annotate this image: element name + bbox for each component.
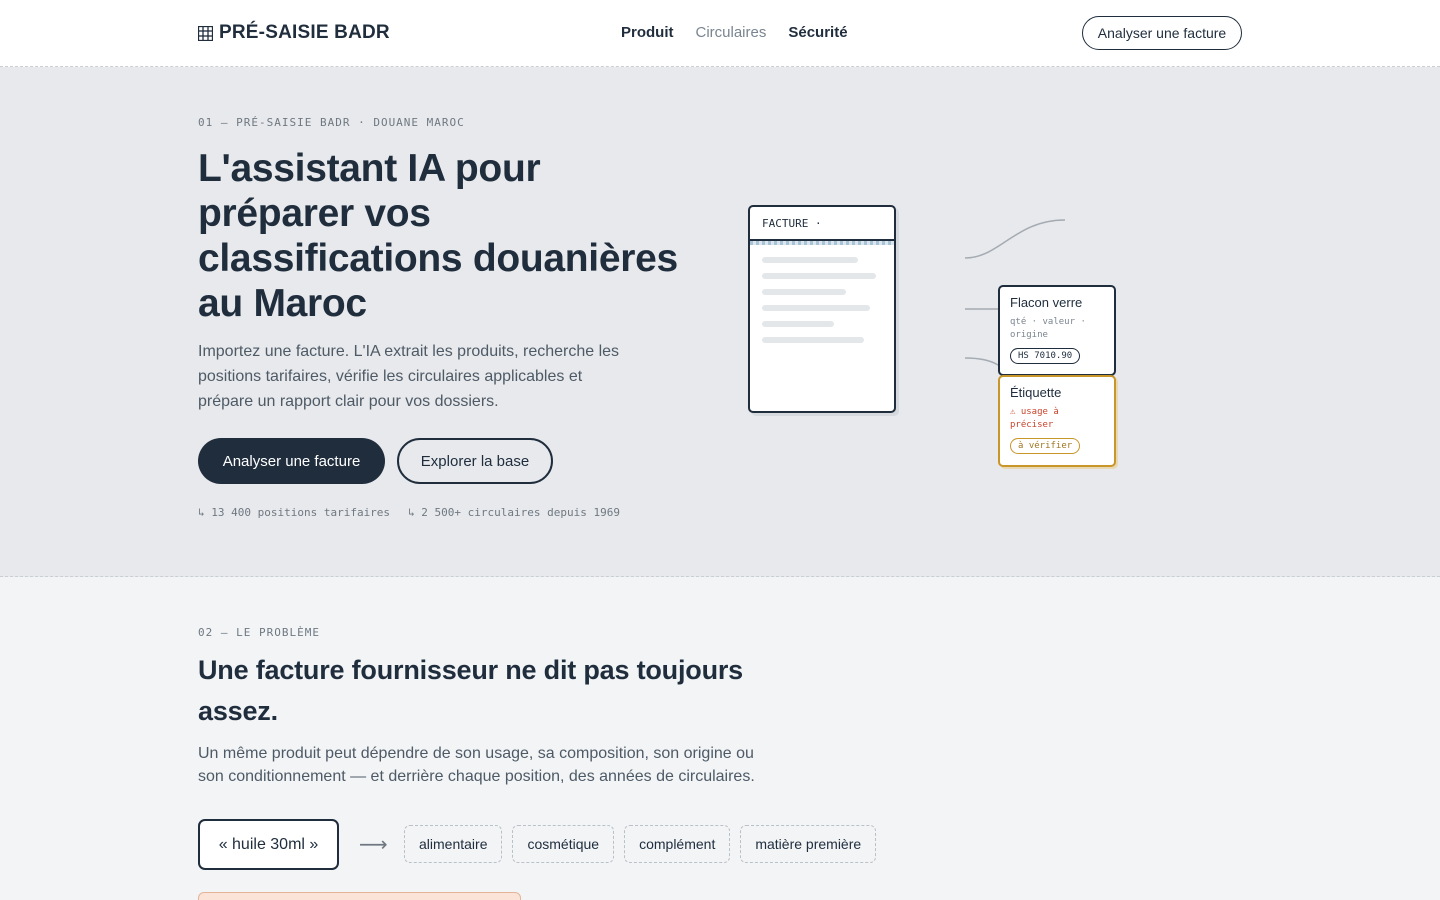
- hero-stats: ↳ 13 400 positions tarifaires ↳ 2 500+ c…: [198, 506, 620, 519]
- doc-line: [762, 289, 846, 295]
- hero-title: L'assistant IA pour préparer vos classif…: [198, 147, 678, 325]
- logo[interactable]: PRÉ-SAISIE BADR: [198, 22, 390, 44]
- usage-chips: alimentaire cosmétique complément matièr…: [404, 825, 877, 863]
- problem-subtitle: Un même produit peut dépendre de son usa…: [198, 745, 755, 785]
- doc-line: [762, 273, 876, 279]
- invoice-label: FACTURE ·: [750, 207, 894, 245]
- stat-circulaires: ↳ 2 500+ circulaires depuis 1969: [408, 506, 620, 519]
- analyze-invoice-button[interactable]: Analyser une facture: [198, 438, 385, 484]
- grid-icon: [198, 25, 213, 41]
- stat-positions: ↳ 13 400 positions tarifaires: [198, 506, 391, 519]
- card-meta: qté · valeur · origine: [1010, 317, 1086, 340]
- hero-section: 01 — PRÉ-SAISIE BADR · DOUANE MAROC L'as…: [0, 67, 1440, 577]
- verify-tag: à vérifier: [1010, 438, 1081, 454]
- invoice-document: FACTURE ·: [748, 205, 896, 413]
- card-warning: ⚠ usage à préciser: [1010, 407, 1059, 430]
- top-header: PRÉ-SAISIE BADR Produit Circulaires Sécu…: [0, 0, 1440, 67]
- hero-subtitle: Importez une facture. L'IA extrait les p…: [198, 343, 620, 410]
- chip-complement[interactable]: complément: [624, 825, 731, 863]
- doc-line: [762, 305, 870, 311]
- doc-line: [762, 257, 858, 263]
- main-nav: Produit Circulaires Sécurité: [621, 24, 848, 41]
- chip-cosmetique[interactable]: cosmétique: [512, 825, 615, 863]
- problem-title: Une facture fournisseur ne dit pas toujo…: [198, 655, 743, 726]
- product-card-etiquette: Étiquette ⚠ usage à préciser à vérifier: [998, 375, 1116, 467]
- hs-code-tag: HS 7010.90: [1010, 348, 1081, 364]
- nav-item-circulaires[interactable]: Circulaires: [696, 24, 767, 41]
- chip-alimentaire[interactable]: alimentaire: [404, 825, 503, 863]
- product-card-flacon: Flacon verre qté · valeur · origine HS 7…: [998, 285, 1116, 376]
- hero-eyebrow: 01 — PRÉ-SAISIE BADR · DOUANE MAROC: [198, 116, 465, 129]
- nav-item-produit[interactable]: Produit: [621, 24, 674, 41]
- problem-eyebrow: 02 — LE PROBLÈME: [198, 626, 320, 639]
- header-analyze-button[interactable]: Analyser une facture: [1082, 16, 1242, 50]
- nav-item-securite[interactable]: Sécurité: [788, 24, 847, 41]
- explore-base-button[interactable]: Explorer la base: [397, 438, 553, 484]
- next-panel-edge: [198, 892, 521, 900]
- logo-text: PRÉ-SAISIE BADR: [219, 22, 390, 43]
- arrow-right-icon: ⟶: [359, 834, 388, 856]
- card-title: Flacon verre: [1010, 295, 1083, 310]
- product-term: « huile 30ml »: [198, 819, 339, 870]
- card-title: Étiquette: [1010, 385, 1062, 400]
- chip-matiere-premiere[interactable]: matière première: [740, 825, 877, 863]
- doc-line: [762, 337, 864, 343]
- doc-line: [762, 321, 834, 327]
